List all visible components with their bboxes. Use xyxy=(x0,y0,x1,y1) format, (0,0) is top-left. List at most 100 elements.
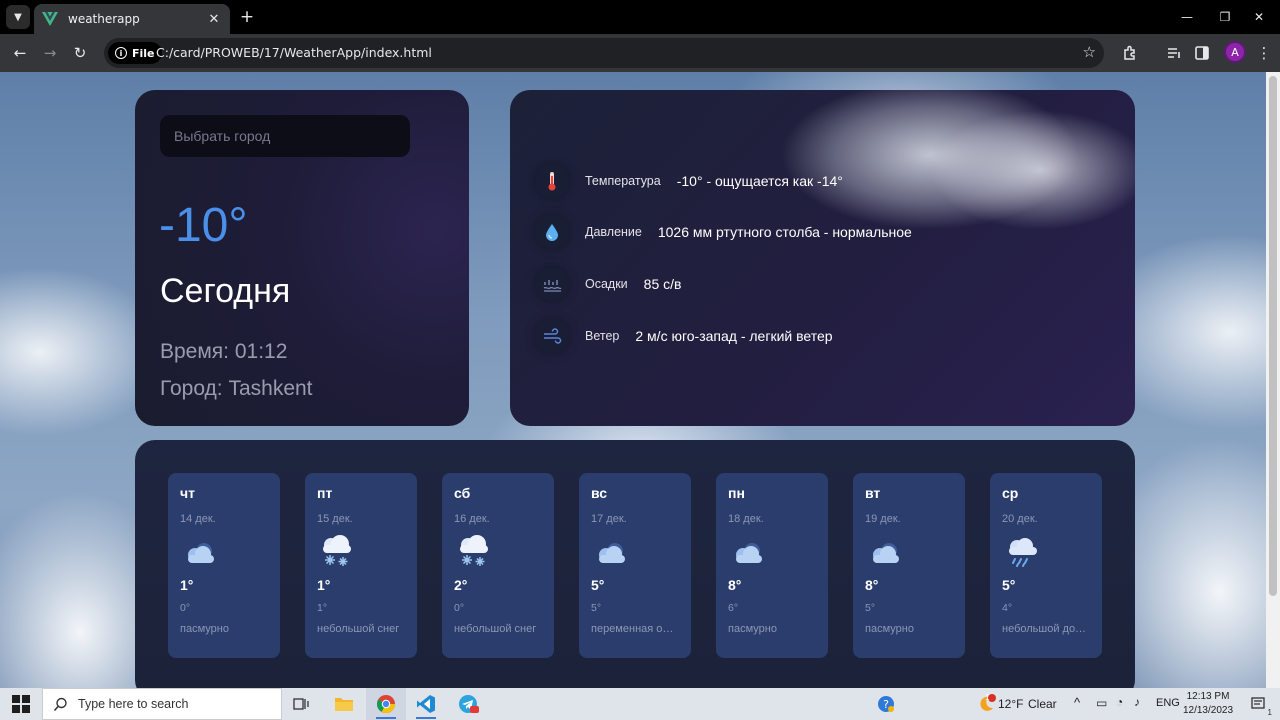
forecast-description: пасмурно xyxy=(865,623,914,635)
detail-row-temperature: Температура -10° - ощущается как -14° xyxy=(535,163,843,199)
forward-button[interactable]: → xyxy=(38,41,62,65)
forecast-date: 18 дек. xyxy=(728,513,764,525)
system-clock[interactable]: 12:13 PM 12/13/2023 xyxy=(1180,690,1236,718)
forecast-date: 19 дек. xyxy=(865,513,901,525)
thermometer-icon xyxy=(535,164,569,198)
forecast-min-temp: 4° xyxy=(1002,602,1013,614)
new-tab-button[interactable]: + xyxy=(236,6,258,28)
help-icon[interactable]: ? xyxy=(866,688,906,720)
detail-value: 1026 мм ртутного столба - нормальное xyxy=(657,224,912,240)
detail-row-pressure: Давление 1026 мм ртутного столба - норма… xyxy=(535,214,912,250)
profile-avatar[interactable]: A xyxy=(1224,41,1246,63)
chrome-icon[interactable] xyxy=(366,688,406,720)
current-temperature: -10° xyxy=(159,199,248,252)
weather-description[interactable]: Clear xyxy=(1028,697,1057,711)
taskbar-search-box[interactable]: Type here to search xyxy=(42,688,282,720)
windows-start-icon[interactable] xyxy=(12,695,30,713)
forecast-description: небольшой снег xyxy=(454,623,537,635)
file-explorer-icon[interactable] xyxy=(324,688,364,720)
detail-value: -10° - ощущается как -14° xyxy=(676,173,843,189)
info-icon: i xyxy=(115,47,127,59)
current-weather-card: -10° Сегодня Время: 01:12 Город: Tashken… xyxy=(135,90,469,426)
weather-temperature[interactable]: 12°F xyxy=(998,697,1023,711)
forecast-description: небольшой дождь xyxy=(1002,623,1090,635)
cloud-icon xyxy=(865,533,905,573)
reading-list-icon[interactable] xyxy=(1162,41,1186,65)
detail-label: Температура xyxy=(585,174,661,188)
detail-row-precipitation: Осадки 85 с/в xyxy=(535,266,681,302)
cloud-icon xyxy=(728,533,768,573)
forecast-max-temp: 2° xyxy=(454,577,468,593)
forecast-day-card: пт 15 дек. 1° 1° небольшой снег xyxy=(305,473,417,658)
telegram-icon[interactable] xyxy=(448,688,488,720)
forecast-day-name: пн xyxy=(728,485,745,501)
weekly-forecast-card: чт 14 дек. 1° 0° пасмурно пт 15 дек. 1° 1° неболь… xyxy=(135,440,1135,688)
vscode-icon[interactable] xyxy=(406,688,446,720)
forecast-day-card: ср 20 дек. 5° 4° небольшой дождь xyxy=(990,473,1102,658)
weather-details-card: Температура -10° - ощущается как -14° Да… xyxy=(510,90,1135,426)
scrollbar-thumb[interactable] xyxy=(1269,76,1277,596)
site-info-label: File xyxy=(132,46,155,60)
tab-search-button[interactable]: ▼ xyxy=(6,5,30,29)
chevron-up-icon[interactable]: ^ xyxy=(1074,695,1080,710)
forecast-day-card: вс 17 дек. 5° 5° переменная облачность xyxy=(579,473,691,658)
close-tab-icon[interactable]: ✕ xyxy=(206,12,222,27)
forecast-date: 17 дек. xyxy=(591,513,627,525)
city-label: Город: Tashkent xyxy=(160,377,313,400)
forecast-date: 15 дек. xyxy=(317,513,353,525)
forecast-max-temp: 5° xyxy=(591,577,605,593)
city-search-input[interactable] xyxy=(160,115,410,157)
site-info-chip[interactable]: i File xyxy=(108,42,162,64)
volume-icon[interactable]: ♪ xyxy=(1134,695,1140,709)
language-indicator[interactable]: ENG xyxy=(1156,697,1180,709)
windows-taskbar: Type here to search ? 1 12°F Clear ^ ▭ ◔… xyxy=(0,688,1280,720)
snow-cloud-icon xyxy=(454,533,494,573)
forecast-date: 20 дек. xyxy=(1002,513,1038,525)
close-window-button[interactable]: ✕ xyxy=(1236,0,1280,34)
task-view-icon[interactable] xyxy=(282,688,322,720)
tab-title: weatherapp xyxy=(68,12,140,26)
browser-tab-bar: ▼ weatherapp ✕ + — ❐ ✕ xyxy=(0,0,1280,34)
back-button[interactable]: ← xyxy=(8,41,32,65)
battery-icon[interactable]: ▭ xyxy=(1096,696,1107,710)
cloud-background xyxy=(930,110,1135,230)
wifi-icon[interactable]: ◔ xyxy=(1116,695,1123,709)
notification-count: 1 xyxy=(1267,708,1272,717)
address-bar[interactable]: i File C:/card/PROWEB/17/WeatherApp/inde… xyxy=(104,38,1104,68)
forecast-max-temp: 8° xyxy=(865,577,879,593)
droplet-icon xyxy=(535,215,569,249)
clock-time: 12:13 PM xyxy=(1186,691,1230,702)
side-panel-icon[interactable] xyxy=(1190,41,1214,65)
forecast-min-temp: 0° xyxy=(180,602,191,614)
detail-row-wind: Ветер 2 м/с юго-запад - легкий ветер xyxy=(535,318,833,354)
time-label: Время: 01:12 xyxy=(160,340,288,363)
browser-toolbar: ← → ↻ i File C:/card/PROWEB/17/WeatherAp… xyxy=(0,34,1280,72)
forecast-day-name: сб xyxy=(454,485,471,501)
extensions-icon[interactable] xyxy=(1118,41,1142,65)
forecast-day-name: вс xyxy=(591,485,608,501)
notification-icon[interactable]: 1 xyxy=(1240,688,1276,720)
forecast-day-card: пн 18 дек. 8° 6° пасмурно xyxy=(716,473,828,658)
menu-icon[interactable]: ⋮ xyxy=(1252,41,1276,65)
forecast-max-temp: 8° xyxy=(728,577,742,593)
url-text[interactable]: C:/card/PROWEB/17/WeatherApp/index.html xyxy=(156,45,432,60)
wind-icon xyxy=(535,319,569,353)
reload-button[interactable]: ↻ xyxy=(68,41,92,65)
forecast-description: пасмурно xyxy=(180,623,229,635)
vue-logo-icon xyxy=(42,12,58,26)
forecast-min-temp: 0° xyxy=(454,602,465,614)
forecast-min-temp: 5° xyxy=(865,602,876,614)
forecast-date: 14 дек. xyxy=(180,513,216,525)
clock-date: 12/13/2023 xyxy=(1182,705,1234,716)
forecast-day-name: ср xyxy=(1002,485,1019,501)
forecast-day-name: вт xyxy=(865,485,881,501)
browser-tab[interactable]: weatherapp ✕ xyxy=(34,4,230,34)
detail-label: Давление xyxy=(585,225,642,239)
bookmark-star-icon[interactable]: ☆ xyxy=(1083,43,1096,61)
detail-label: Осадки xyxy=(585,277,628,291)
forecast-description: небольшой снег xyxy=(317,623,400,635)
weather-badge: 1 xyxy=(985,693,990,702)
search-icon xyxy=(53,697,67,711)
detail-value: 2 м/с юго-запад - легкий ветер xyxy=(635,328,833,344)
page-scrollbar[interactable] xyxy=(1266,72,1280,688)
